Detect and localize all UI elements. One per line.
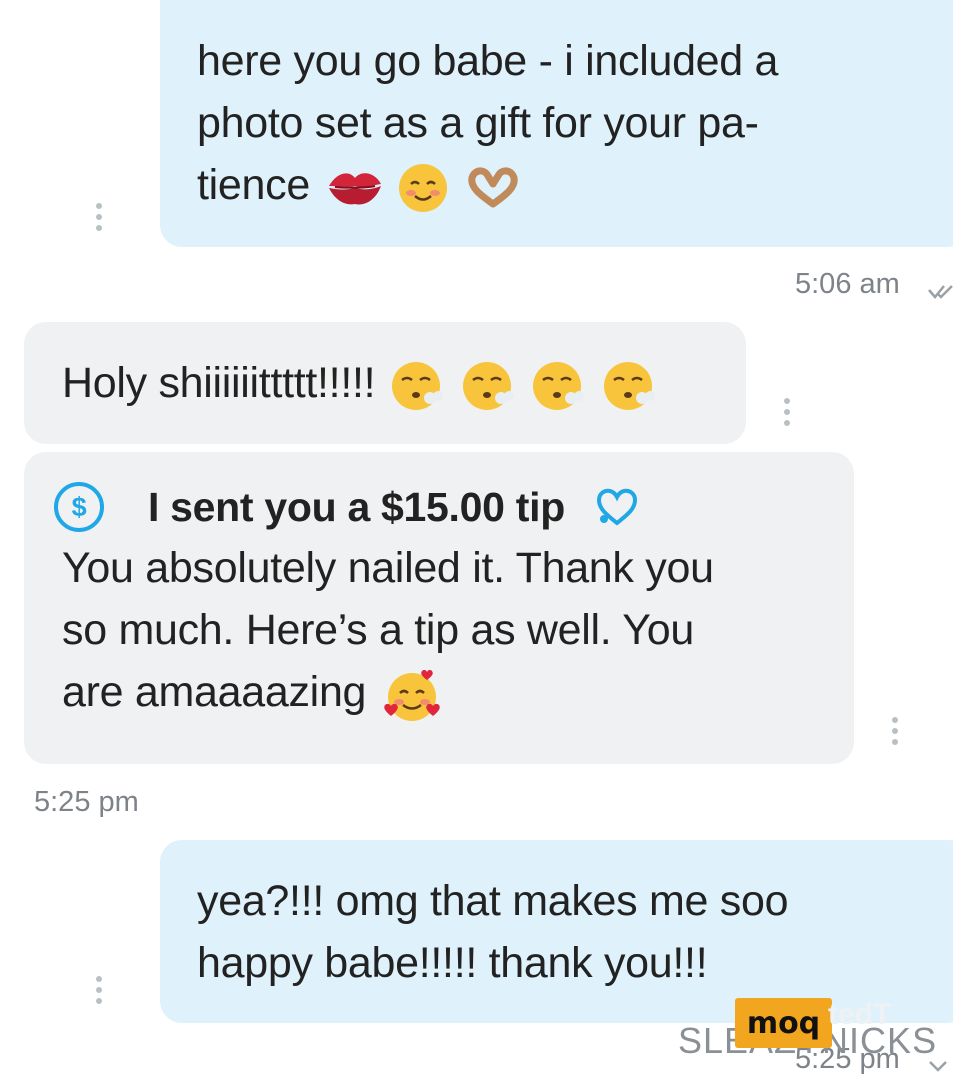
face-exhaling-icon [603,361,655,410]
watermark-badge: moq [735,998,832,1048]
message-line: so much. Here’s a tip as well. You [62,606,694,654]
heart-outline-icon [596,488,637,526]
watermark-faint: tedT [828,998,892,1031]
incoming-message-bubble[interactable]: Holy shiiiiiittttt!!!!! [24,322,746,444]
more-options-icon[interactable] [96,203,102,231]
more-options-icon[interactable] [892,717,898,745]
face-exhaling-icon [391,361,443,410]
tip-message-bubble[interactable]: $ I sent you a $15.00 tip You absolutely… [24,452,854,764]
tip-header: $ I sent you a $15.00 tip [54,477,824,537]
message-line: yea?!!! omg that makes me soo [197,877,789,925]
heart-hands-icon [468,167,518,208]
read-checkmarks-icon [928,285,953,299]
dollar-circle-icon: $ [54,482,104,532]
face-exhaling-icon [533,361,585,410]
smiling-face-blushing-icon [399,163,448,212]
tip-label: I sent you a $15.00 tip [148,484,565,530]
outgoing-message-bubble[interactable]: yea?!!! omg that makes me soo happy babe… [160,840,953,1023]
kiss-mark-icon [328,172,381,205]
outgoing-message-bubble[interactable]: here you go babe - i included a photo se… [160,0,953,247]
timestamp: 5:25 pm [34,786,139,818]
message-line: happy babe!!!!! thank you!!! [197,939,708,987]
smiling-face-with-hearts-icon [384,669,440,721]
face-exhaling-icon [462,361,514,410]
message-line: You absolutely nailed it. Thank you [62,544,714,592]
message-line: tience [197,154,934,216]
message-text: Holy shiiiiiittttt!!!!! [62,359,376,407]
more-options-icon[interactable] [784,398,790,426]
timestamp: 5:06 am [795,268,900,300]
message-line: photo set as a gift for your pa- [197,99,759,147]
message-line: are amaaaazing [62,661,824,724]
more-options-icon[interactable] [96,976,102,1004]
message-line: here you go babe - i included a [197,37,779,85]
